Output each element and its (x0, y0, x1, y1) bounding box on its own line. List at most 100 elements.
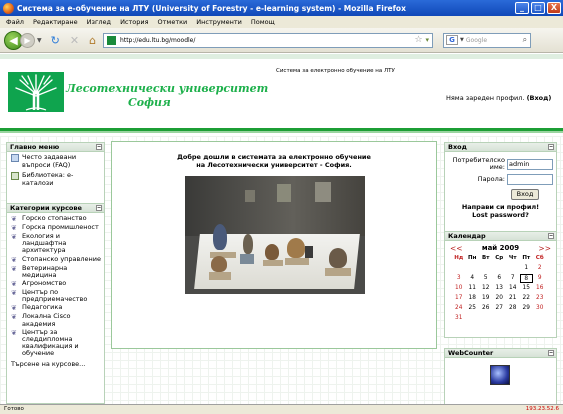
category-item[interactable]: ❦ Екология и ландшафтна архитектура (7, 232, 104, 256)
category-item[interactable]: ❦ Ветеринарна медицина (7, 264, 104, 280)
calendar-day[interactable]: 14 (506, 284, 520, 293)
reload-icon[interactable]: ↻ (51, 34, 60, 47)
calendar-day (506, 264, 520, 273)
calendar-day[interactable]: 4 (466, 274, 480, 283)
calendar-day[interactable]: 31 (452, 314, 466, 323)
google-icon[interactable]: G (446, 35, 459, 45)
search-icon[interactable]: ⌕ (523, 35, 527, 45)
collapse-icon[interactable]: − (96, 144, 102, 150)
category-label[interactable]: Педагогика (22, 304, 62, 311)
bookmark-star-icon[interactable]: ☆ (414, 35, 422, 45)
calendar-day[interactable]: 2 (533, 264, 547, 273)
calendar-day-header: Вт (482, 255, 490, 261)
calendar-day[interactable]: 11 (466, 284, 480, 293)
calendar-day[interactable]: 25 (466, 304, 480, 313)
calendar-day[interactable]: 24 (452, 304, 466, 313)
calendar-day[interactable]: 21 (506, 294, 520, 303)
category-label[interactable]: Център по предприемачество (22, 288, 102, 303)
calendar-month[interactable]: май 2009 (482, 244, 519, 253)
category-label[interactable]: Екология и ландшафтна архитектура (22, 232, 102, 255)
lost-password-link[interactable]: Lost password? (445, 211, 556, 219)
menu-help[interactable]: Помощ (251, 18, 275, 26)
close-button[interactable]: X (547, 2, 561, 14)
calendar-day[interactable]: 6 (493, 274, 507, 283)
calendar-day[interactable]: 1 (520, 264, 534, 273)
calendar-day[interactable]: 30 (533, 304, 547, 313)
login-header: Вход − (445, 143, 556, 152)
collapse-icon[interactable]: − (548, 233, 554, 239)
stop-icon[interactable]: ✕ (70, 34, 79, 47)
calendar-day[interactable]: 20 (493, 294, 507, 303)
menu-tools[interactable]: Инструменти (196, 18, 242, 26)
library-link[interactable]: Библиотека: е-каталози (7, 170, 104, 188)
calendar-day[interactable]: 8 (519, 274, 533, 283)
calendar-day[interactable]: 23 (533, 294, 547, 303)
status-bar: Готово 193.23.52.6 (0, 404, 563, 414)
login-link[interactable]: (Вход) (527, 94, 552, 102)
calendar-day[interactable]: 16 (533, 284, 547, 293)
calendar-day[interactable]: 18 (466, 294, 480, 303)
calendar-day[interactable]: 22 (520, 294, 534, 303)
go-arrow-icon[interactable]: ▾ (426, 36, 430, 44)
calendar-day[interactable]: 7 (506, 274, 520, 283)
search-bar[interactable]: G ▼ Google ⌕ (443, 32, 532, 48)
calendar-next-link[interactable]: >> (538, 244, 551, 253)
minimize-button[interactable]: _ (515, 2, 529, 14)
new-profile-link[interactable]: Направи си профил! (445, 203, 556, 211)
calendar-day[interactable]: 27 (493, 304, 507, 313)
calendar-day[interactable]: 13 (493, 284, 507, 293)
url-bar[interactable]: http://edu.ltu.bg/moodle/ ☆ ▾ (103, 32, 434, 48)
maximize-button[interactable]: □ (531, 2, 545, 14)
category-label[interactable]: Локална Cisco академия (22, 313, 102, 328)
search-engine-dropdown-icon[interactable]: ▼ (460, 37, 464, 43)
history-dropdown-icon[interactable]: ▼ (37, 37, 42, 44)
forward-button[interactable]: ▶ (20, 32, 35, 48)
home-icon[interactable]: ⌂ (89, 34, 96, 47)
menu-file[interactable]: Файл (6, 18, 24, 26)
category-item[interactable]: ❦ Локална Cisco академия (7, 313, 104, 328)
collapse-icon[interactable]: − (548, 350, 554, 356)
collapse-icon[interactable]: − (548, 144, 554, 150)
faq-label[interactable]: Често задавани въпроси (FAQ) (22, 153, 102, 169)
university-logo[interactable] (8, 72, 64, 112)
main-menu-header: Главно меню − (7, 143, 104, 152)
categories-title: Категории курсове (10, 204, 82, 212)
menu-history[interactable]: История (120, 18, 148, 26)
faq-link[interactable]: Често задавани въпроси (FAQ) (7, 152, 104, 170)
firefox-icon (3, 2, 14, 14)
category-label[interactable]: Стопанско управление (22, 255, 101, 263)
calendar-day[interactable]: 3 (452, 274, 466, 283)
calendar-day[interactable]: 9 (533, 274, 547, 283)
category-icon: ❦ (11, 233, 17, 241)
category-item[interactable]: ❦ Център за следдипломна квалификация и о… (7, 328, 104, 359)
search-courses-link[interactable]: Търсене на курсове... (7, 359, 104, 368)
calendar-day[interactable]: 17 (452, 294, 466, 303)
calendar-day[interactable]: 29 (520, 304, 534, 313)
search-input[interactable]: Google (466, 37, 523, 44)
calendar-prev-link[interactable]: << (450, 244, 463, 253)
calendar-day[interactable]: 15 (520, 284, 534, 293)
login-button[interactable]: Вход (511, 189, 539, 200)
menu-edit[interactable]: Редактиране (33, 18, 78, 26)
category-item[interactable]: ❦ Център по предприемачество (7, 288, 104, 304)
library-label[interactable]: Библиотека: е-каталози (22, 171, 102, 187)
url-text[interactable]: http://edu.ltu.bg/moodle/ (120, 37, 414, 44)
collapse-icon[interactable]: − (96, 205, 102, 211)
category-label[interactable]: Агрономство (22, 279, 66, 287)
calendar-day[interactable]: 19 (479, 294, 493, 303)
calendar-day[interactable]: 12 (479, 284, 493, 293)
calendar-day (466, 264, 480, 273)
menu-view[interactable]: Изглед (87, 18, 111, 26)
calendar-day[interactable]: 26 (479, 304, 493, 313)
category-label[interactable]: Ветеринарна медицина (22, 264, 102, 279)
category-label[interactable]: Горска промишленост (22, 223, 99, 231)
calendar-day[interactable]: 5 (479, 274, 493, 283)
calendar-day[interactable]: 10 (452, 284, 466, 293)
username-field[interactable] (507, 158, 553, 170)
category-label[interactable]: Център за следдипломна квалификация и об… (22, 328, 102, 358)
menu-bookmarks[interactable]: Отметки (158, 18, 188, 26)
password-field[interactable] (507, 174, 553, 185)
category-label[interactable]: Горско стопанство (22, 214, 87, 222)
calendar-day[interactable]: 28 (506, 304, 520, 313)
webcounter-icon[interactable] (490, 365, 510, 385)
